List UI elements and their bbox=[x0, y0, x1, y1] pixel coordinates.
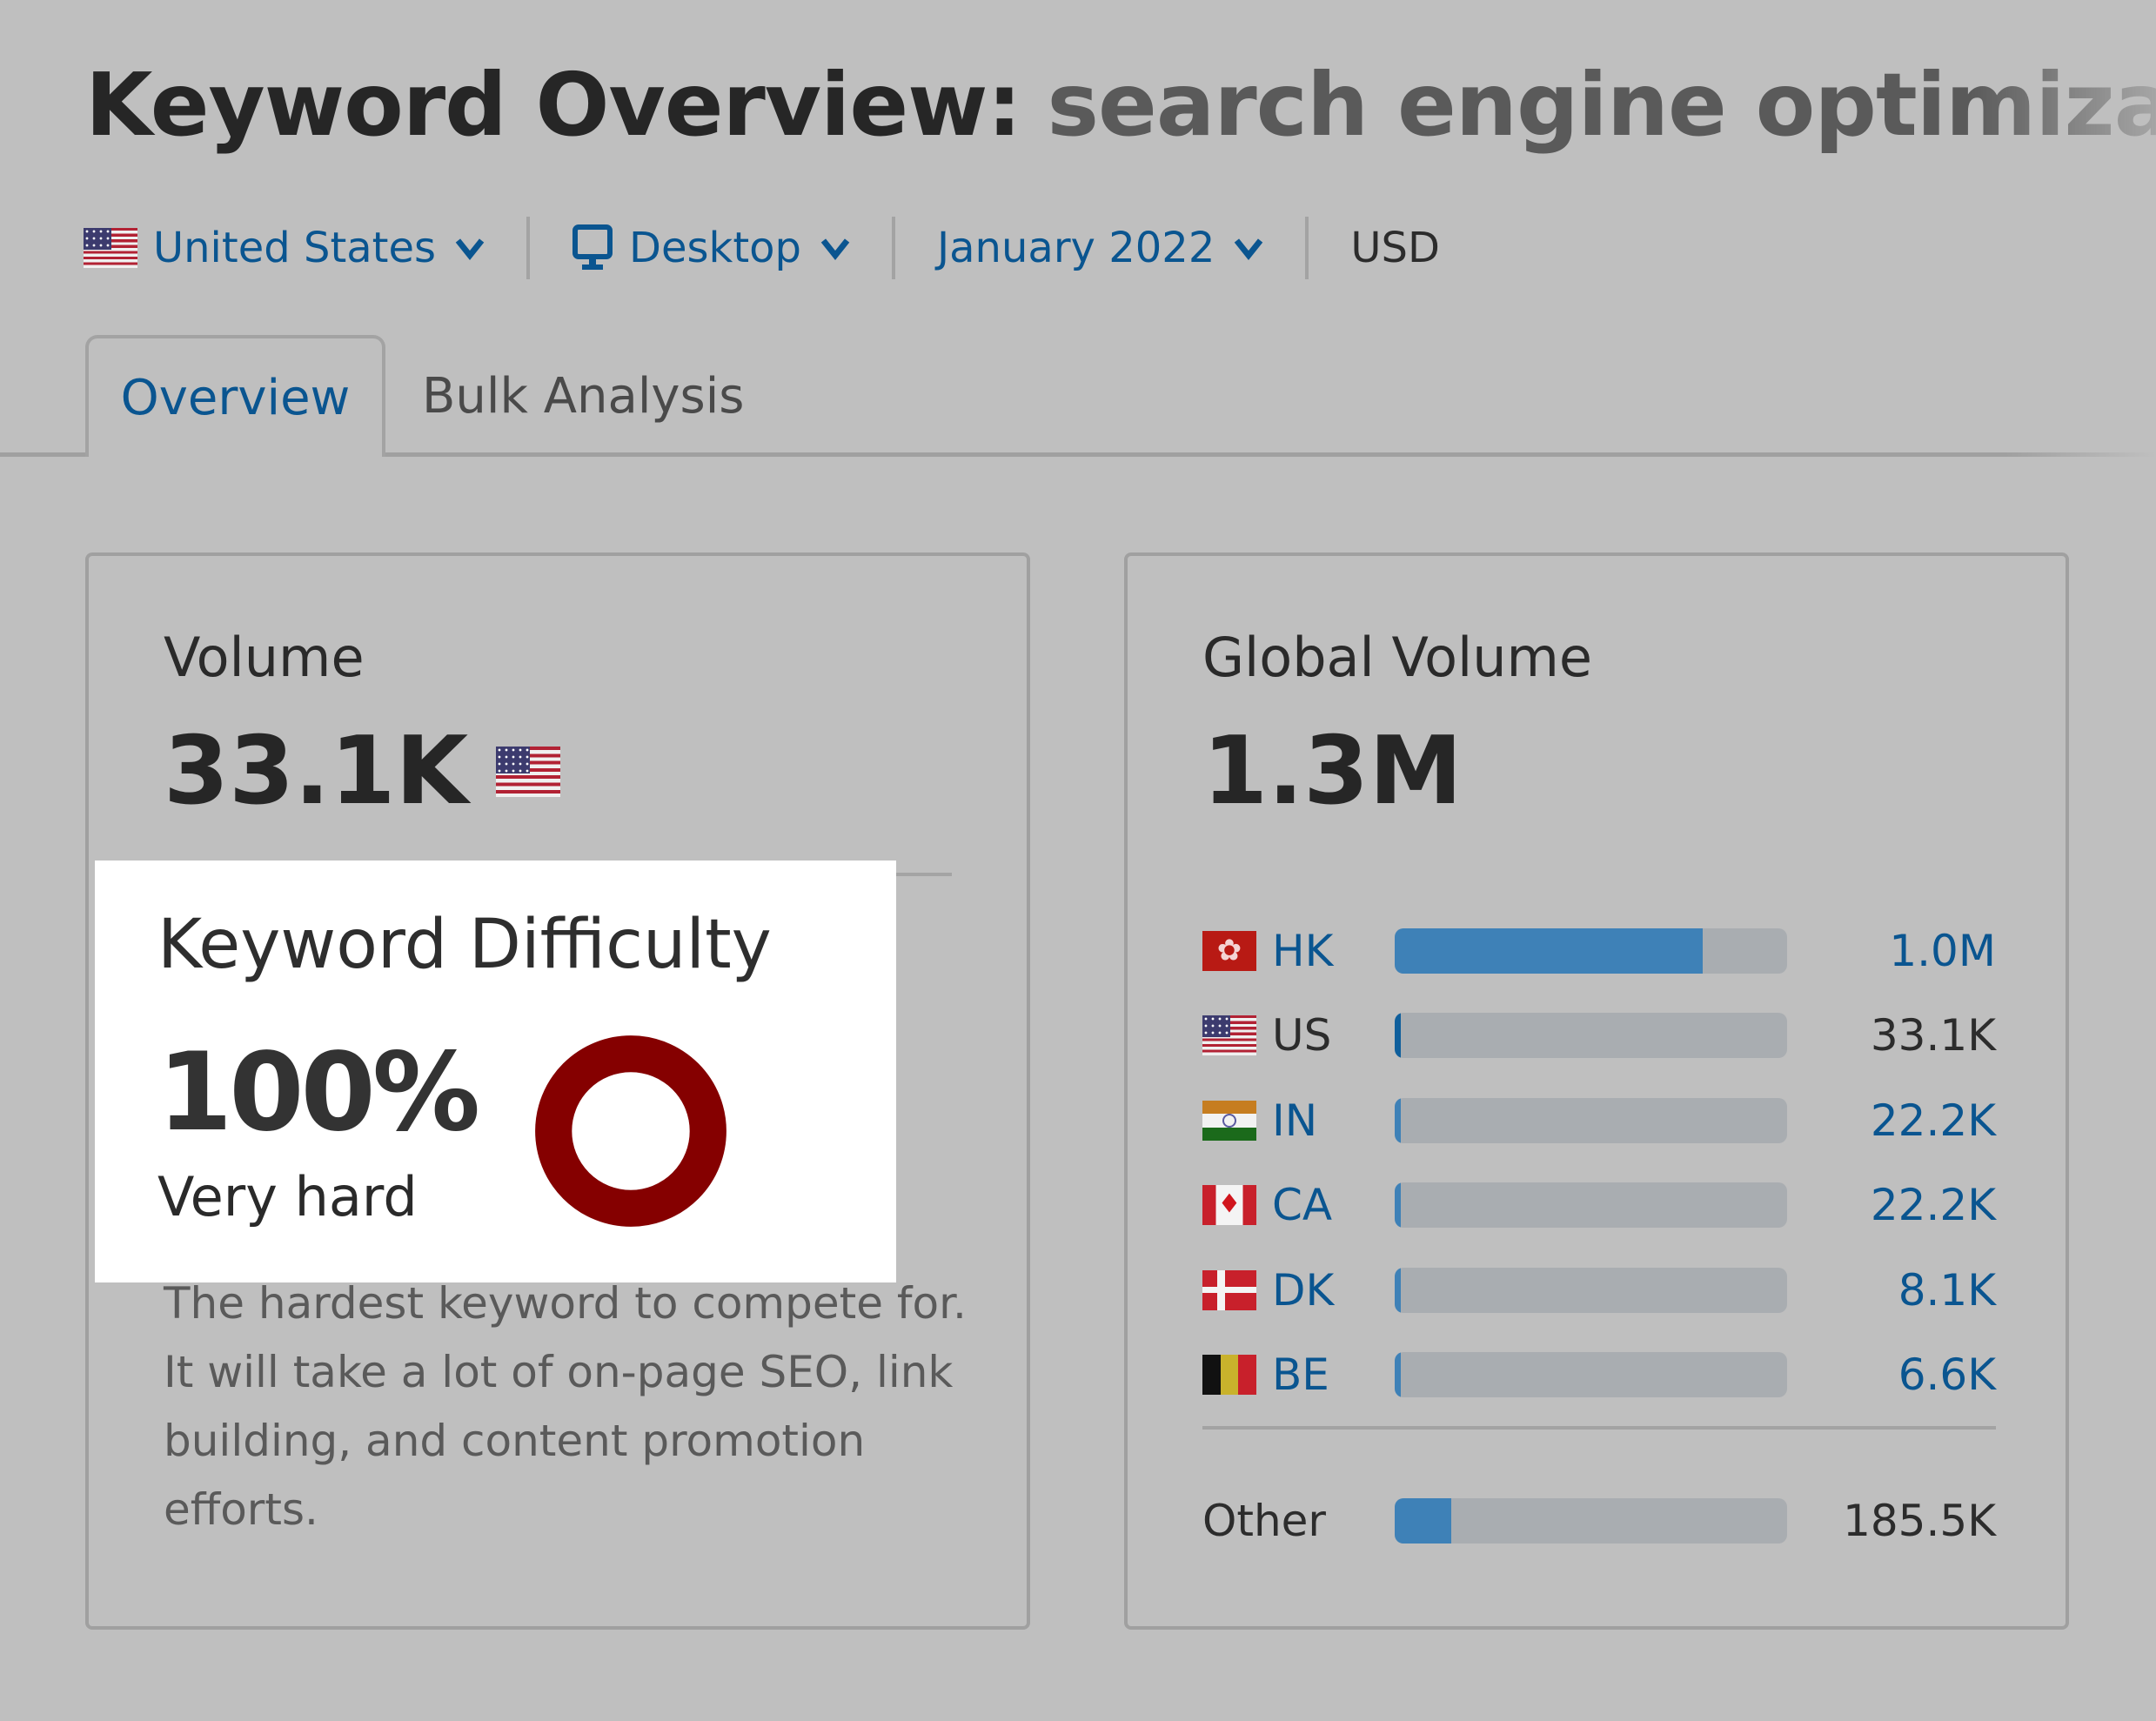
dk-flag-icon bbox=[1202, 1269, 1256, 1310]
keyword-difficulty-level: Very hard bbox=[157, 1165, 418, 1229]
device-selector[interactable]: Desktop bbox=[572, 224, 850, 272]
be-flag-icon bbox=[1202, 1355, 1256, 1396]
difficulty-ring-chart bbox=[535, 1035, 726, 1227]
volume-title: Volume bbox=[164, 626, 365, 689]
us-flag-icon bbox=[1202, 1015, 1256, 1056]
country-code[interactable]: BE bbox=[1272, 1349, 1376, 1400]
country-volume-bar-fill bbox=[1395, 927, 1704, 974]
desktop-icon bbox=[572, 224, 613, 270]
other-volume-value: 185.5K bbox=[1843, 1495, 1996, 1546]
country-code[interactable]: HK bbox=[1272, 926, 1376, 976]
country-volume-bar bbox=[1395, 1352, 1787, 1398]
country-volume-bar-fill bbox=[1395, 1182, 1401, 1229]
filter-divider bbox=[1305, 217, 1309, 279]
volume-value-row: 33.1K bbox=[164, 717, 561, 826]
us-flag-icon bbox=[496, 746, 561, 797]
country-volume-bar bbox=[1395, 1097, 1787, 1143]
country-volume-bar-fill bbox=[1395, 1097, 1401, 1143]
device-selector-label: Desktop bbox=[629, 224, 801, 272]
country-row: DK 8.1K bbox=[1202, 1248, 1996, 1333]
global-volume-value: 1.3M bbox=[1202, 717, 1463, 826]
filter-divider bbox=[526, 217, 531, 279]
country-selector[interactable]: United States bbox=[84, 224, 485, 272]
page-title-keyword: search engine optimization bbox=[1047, 54, 2156, 156]
country-volume-bar-fill bbox=[1395, 1352, 1401, 1398]
other-volume-bar-fill bbox=[1395, 1497, 1452, 1544]
country-code[interactable]: CA bbox=[1272, 1180, 1376, 1230]
difficulty-ring-arc bbox=[535, 1035, 726, 1227]
ca-flag-icon bbox=[1202, 1185, 1256, 1226]
filter-divider bbox=[891, 217, 895, 279]
country-row: HK 1.0M bbox=[1202, 908, 1996, 994]
country-code[interactable]: IN bbox=[1272, 1095, 1376, 1146]
country-code[interactable]: DK bbox=[1272, 1265, 1376, 1316]
list-divider bbox=[1202, 1426, 1996, 1430]
country-row: CA 22.2K bbox=[1202, 1163, 1996, 1249]
page-title: Keyword Overview:search engine optimizat… bbox=[85, 54, 2156, 156]
other-countries-row: Other 185.5K bbox=[1202, 1478, 1996, 1563]
country-volume-value: 33.1K bbox=[1870, 1010, 1996, 1061]
country-volume-value[interactable]: 1.0M bbox=[1889, 926, 1996, 976]
filter-bar: United States Desktop January 2022 USD bbox=[84, 213, 1440, 283]
country-row: IN 22.2K bbox=[1202, 1078, 1996, 1163]
keyword-difficulty-value: 100% bbox=[157, 1030, 480, 1155]
currency-label: USD bbox=[1350, 224, 1440, 272]
other-volume-bar bbox=[1395, 1497, 1787, 1544]
volume-value: 33.1K bbox=[164, 717, 469, 826]
country-row: BE 6.6K bbox=[1202, 1333, 1996, 1418]
country-volume-value[interactable]: 22.2K bbox=[1871, 1180, 1996, 1230]
country-volume-list: HK 1.0M US 33.1K IN 22.2K CA 22.2K DK 8.1K BE 6.6K bbox=[1202, 908, 1996, 1417]
country-volume-bar-fill bbox=[1395, 1267, 1401, 1313]
date-selector-label: January 2022 bbox=[936, 224, 1215, 272]
country-volume-bar bbox=[1395, 927, 1787, 974]
keyword-difficulty-title: Keyword Difficulty bbox=[157, 906, 772, 984]
chevron-down-icon bbox=[820, 238, 850, 260]
keyword-difficulty-description: The hardest keyword to compete for. It w… bbox=[164, 1278, 967, 1535]
global-volume-title: Global Volume bbox=[1202, 626, 1593, 689]
country-row: US 33.1K bbox=[1202, 994, 1996, 1079]
chevron-down-icon bbox=[1235, 238, 1263, 260]
country-code: US bbox=[1272, 1010, 1332, 1061]
global-volume-card: Global Volume 1.3M HK1.0MUS33.1KIN22.2KC… bbox=[1124, 552, 2069, 1630]
country-volume-bar bbox=[1395, 1267, 1787, 1313]
tab-overview[interactable]: Overview bbox=[85, 335, 385, 457]
country-volume-value[interactable]: 8.1K bbox=[1898, 1265, 1996, 1316]
tab-bulk-analysis[interactable]: Bulk Analysis bbox=[422, 335, 744, 457]
other-label: Other bbox=[1202, 1495, 1326, 1546]
country-volume-bar bbox=[1395, 1182, 1787, 1229]
in-flag-icon bbox=[1202, 1100, 1256, 1141]
country-volume-value[interactable]: 6.6K bbox=[1898, 1349, 1996, 1400]
country-volume-bar-fill bbox=[1395, 1013, 1401, 1059]
country-volume-bar bbox=[1395, 1013, 1787, 1059]
country-volume-value[interactable]: 22.2K bbox=[1871, 1095, 1996, 1146]
chevron-down-icon bbox=[455, 238, 485, 260]
date-selector[interactable]: January 2022 bbox=[937, 224, 1263, 272]
hk-flag-icon bbox=[1202, 930, 1256, 971]
country-selector-label: United States bbox=[153, 224, 437, 272]
keyword-difficulty-highlight: Keyword Difficulty 100% Very hard bbox=[95, 860, 896, 1282]
us-flag-icon bbox=[84, 228, 137, 268]
tab-bar: Overview Bulk Analysis bbox=[0, 335, 2156, 457]
volume-card: Volume 33.1K Keyword Difficulty 100% Ver… bbox=[85, 552, 1030, 1630]
page-title-prefix: Keyword Overview: bbox=[85, 54, 1022, 156]
